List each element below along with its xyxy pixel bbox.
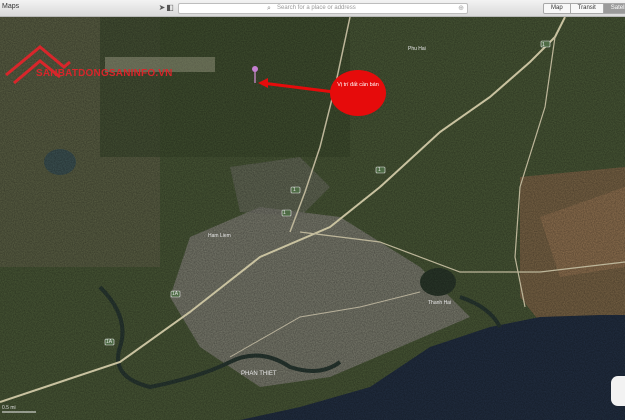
- app-title: Maps: [2, 3, 20, 10]
- tab-transit[interactable]: Transit: [570, 4, 604, 13]
- view-mode-switch[interactable]: Map Transit Satellite: [543, 3, 625, 14]
- route-badge-label: 1: [283, 210, 286, 216]
- route-badge-label: 1: [293, 187, 296, 193]
- logo-text: SANBATDONGSANINFO.VN: [36, 68, 173, 79]
- route-badge-label: 1: [542, 42, 545, 48]
- share-icon[interactable]: ⊕: [458, 4, 464, 13]
- route-badge-label: 1A: [172, 291, 179, 297]
- search-icon: ⌕: [267, 5, 271, 12]
- scale-bar-label: 0.5 mi: [2, 405, 16, 411]
- search-input[interactable]: ⌕ Search for a place or address ⊕: [178, 3, 468, 14]
- route-badge-label: 1: [378, 167, 381, 173]
- route-badge-label: 1A: [106, 339, 113, 345]
- place-label: Thanh Hai: [428, 300, 452, 306]
- search-placeholder: Search for a place or address: [277, 5, 356, 11]
- city-label: PHAN THIET: [241, 371, 277, 377]
- place-label: Ham Liem: [208, 233, 231, 239]
- callout-bubble: [330, 70, 386, 116]
- callout-text: Vị trí đất cần bán: [337, 82, 379, 88]
- tab-map[interactable]: Map: [544, 4, 571, 13]
- sidebar-icon[interactable]: ◧: [163, 3, 177, 13]
- place-label: Phu Hai: [408, 46, 426, 52]
- toolbar: Maps ➤ ◧ ⌕ Search for a place or address…: [0, 0, 625, 17]
- tab-satellite[interactable]: Satellite: [603, 4, 625, 13]
- compass-icon[interactable]: [611, 376, 625, 406]
